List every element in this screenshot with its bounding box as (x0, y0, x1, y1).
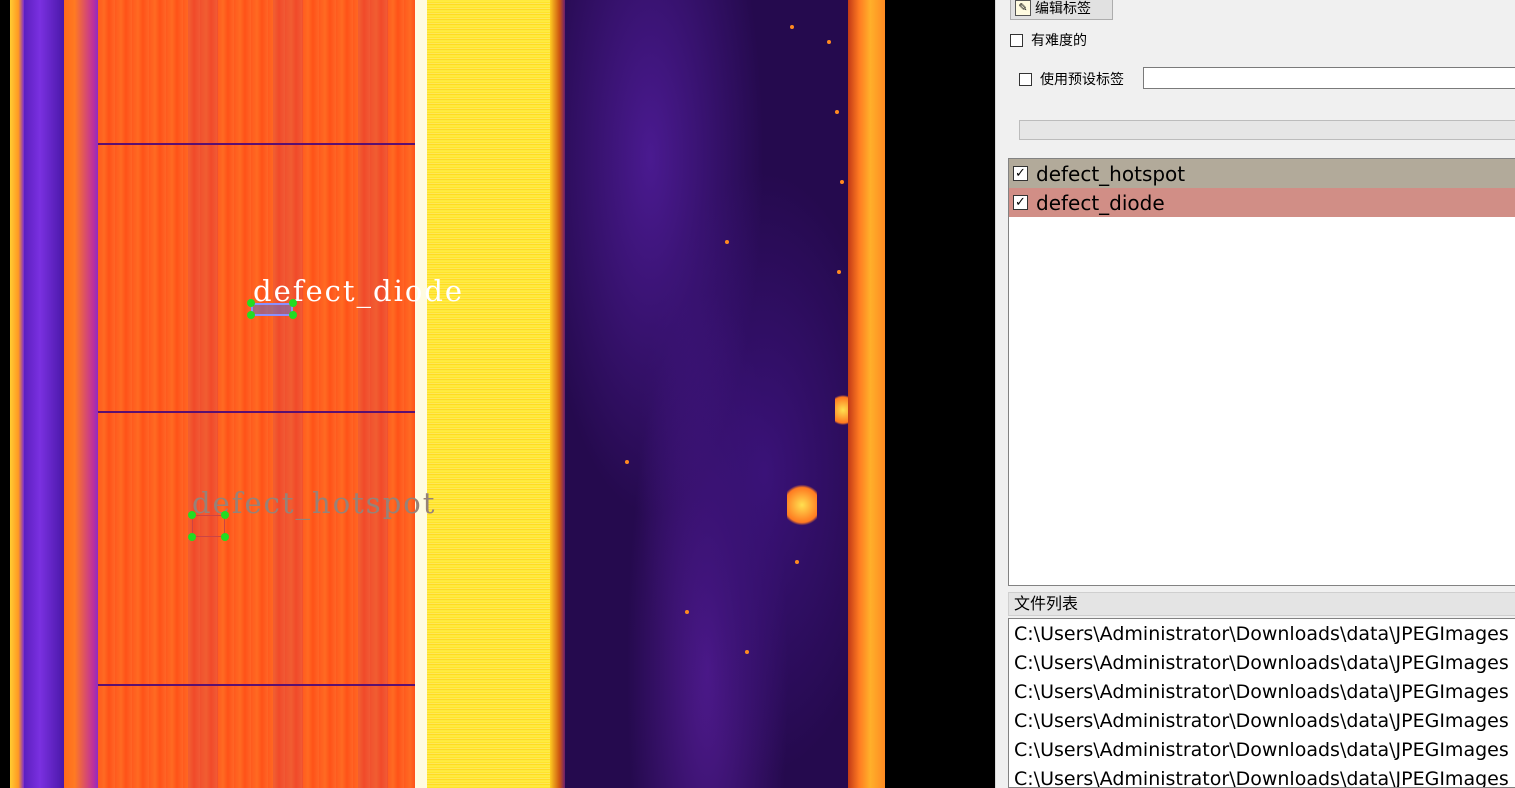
preset-label-checkbox-row[interactable]: 使用预设标签 (1019, 69, 1124, 89)
image-region (188, 0, 218, 788)
hot-speck (745, 650, 749, 654)
label-list-item[interactable]: ✓ defect_hotspot (1009, 159, 1515, 188)
image-region (273, 0, 303, 788)
hot-speck (685, 610, 689, 614)
difficult-checkbox[interactable] (1010, 33, 1023, 47)
file-list-item[interactable]: C:\Users\Administrator\Downloads\data\JP… (1009, 735, 1515, 764)
hot-speck (625, 460, 629, 464)
hot-speck (725, 240, 729, 244)
pencil-icon: ✎ (1015, 0, 1031, 16)
hot-speck (840, 180, 844, 184)
image-region (848, 0, 885, 788)
image-region (24, 0, 64, 788)
file-list-item[interactable]: C:\Users\Administrator\Downloads\data\JP… (1009, 648, 1515, 677)
resize-handle[interactable] (221, 511, 229, 519)
preset-label-checkbox[interactable] (1019, 72, 1032, 86)
panel-divider (98, 411, 418, 413)
bounding-box-hotspot[interactable] (192, 515, 225, 537)
hot-speck (790, 25, 794, 29)
resize-handle[interactable] (289, 311, 297, 319)
hot-speck (827, 40, 831, 44)
label-list-item-text: defect_hotspot (1036, 161, 1186, 186)
label-visibility-checkbox[interactable]: ✓ (1013, 166, 1028, 181)
image-region (415, 0, 565, 788)
resize-handle[interactable] (247, 299, 255, 307)
vegetation-region (565, 0, 851, 788)
file-list-item[interactable]: C:\Users\Administrator\Downloads\data\JP… (1009, 706, 1515, 735)
label-list-item-text: defect_diode (1036, 190, 1165, 215)
difficult-checkbox-row[interactable]: 有难度的 (1010, 30, 1087, 50)
file-list-item[interactable]: C:\Users\Administrator\Downloads\data\JP… (1009, 619, 1515, 648)
file-list-item[interactable]: C:\Users\Administrator\Downloads\data\JP… (1009, 764, 1515, 787)
image-region (358, 0, 388, 788)
label-list-item[interactable]: ✓ defect_diode (1009, 188, 1515, 217)
hot-speck (837, 270, 841, 274)
panel-divider (98, 684, 418, 686)
image-region (415, 0, 427, 788)
image-canvas[interactable]: defect_diode defect_hotspot (0, 0, 995, 788)
label-visibility-checkbox[interactable]: ✓ (1013, 195, 1028, 210)
difficult-checkbox-label: 有难度的 (1031, 33, 1087, 49)
resize-handle[interactable] (221, 533, 229, 541)
file-list-item[interactable]: C:\Users\Administrator\Downloads\data\JP… (1009, 677, 1515, 706)
label-list[interactable]: ✓ defect_hotspot ✓ defect_diode (1008, 158, 1515, 586)
resize-handle[interactable] (247, 311, 255, 319)
image-region (64, 0, 100, 788)
label-sidebar: ✎ 编辑标签 有难度的 使用预设标签 ✓ defect_hotspot ✓ de… (1003, 0, 1515, 788)
solar-panel-region (98, 0, 418, 788)
edit-label-button[interactable]: ✎ 编辑标签 (1010, 0, 1113, 20)
panel-divider (98, 143, 418, 145)
file-list-title: 文件列表 (1008, 592, 1515, 616)
image-region (10, 0, 24, 788)
resize-handle[interactable] (289, 299, 297, 307)
hot-zone (787, 480, 817, 530)
bounding-box-diode[interactable] (251, 303, 293, 316)
hot-speck (835, 110, 839, 114)
resize-handle[interactable] (188, 533, 196, 541)
resize-handle[interactable] (188, 511, 196, 519)
image-region (550, 0, 566, 788)
preset-label-checkbox-label: 使用预设标签 (1040, 72, 1124, 88)
progress-bar (1019, 120, 1515, 140)
file-list[interactable]: C:\Users\Administrator\Downloads\data\JP… (1008, 618, 1515, 788)
edit-label-button-text: 编辑标签 (1035, 1, 1091, 17)
preset-label-input[interactable] (1143, 67, 1515, 89)
thermal-image (10, 0, 885, 788)
hot-speck (795, 560, 799, 564)
